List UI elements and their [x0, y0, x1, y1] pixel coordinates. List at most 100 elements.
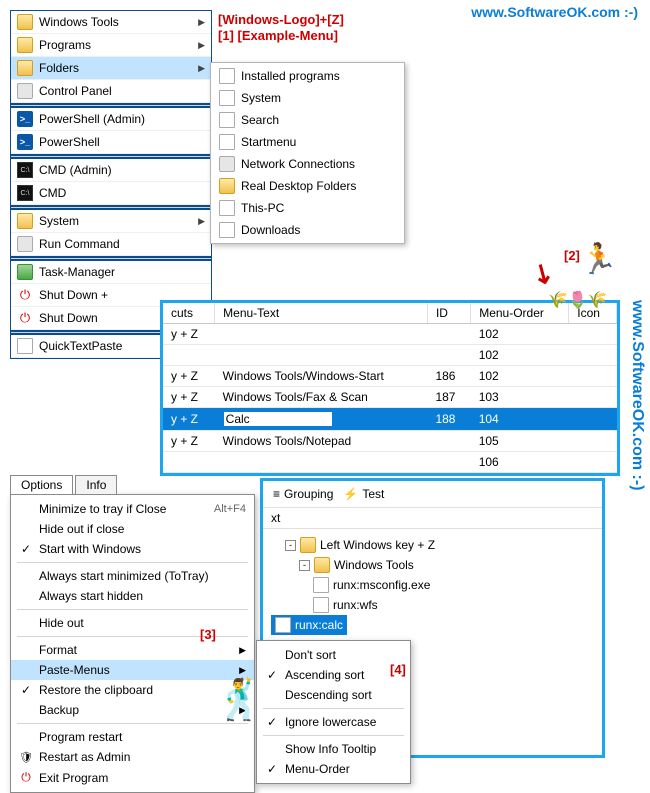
cell-id[interactable]: 186: [427, 366, 470, 387]
options-item[interactable]: Always start hidden: [11, 586, 254, 606]
stick-figure-2: 🕺: [215, 676, 265, 723]
menu-item[interactable]: C:\CMD (Admin): [11, 159, 211, 182]
table-row[interactable]: y + Z 102: [163, 324, 617, 345]
cell-cut[interactable]: y + Z: [163, 431, 215, 452]
menu-item[interactable]: System▶: [11, 210, 211, 233]
options-item[interactable]: Format▶: [11, 640, 254, 660]
sort-item[interactable]: ✓Menu-Order: [257, 759, 410, 779]
separator: [17, 562, 248, 563]
cell-id[interactable]: [427, 452, 470, 473]
watermark-top: www.SoftwareOK.com :-): [471, 4, 638, 20]
cell-id[interactable]: [427, 431, 470, 452]
cell-cut[interactable]: y + Z: [163, 366, 215, 387]
cell-cut[interactable]: y + Z: [163, 387, 215, 408]
cell-order[interactable]: 102: [471, 366, 569, 387]
menu-item[interactable]: Folders▶: [11, 57, 211, 80]
table-row[interactable]: y + ZWindows Tools/Notepad 105: [163, 431, 617, 452]
sys-icon: [17, 83, 33, 99]
cell-cut[interactable]: [163, 345, 215, 366]
column-header[interactable]: ID: [427, 303, 470, 324]
menu-item-label: CMD: [39, 186, 66, 200]
submenu-item[interactable]: Downloads: [213, 219, 402, 241]
options-menu: Minimize to tray if CloseAlt+F4Hide out …: [10, 494, 255, 793]
menu-item[interactable]: >_PowerShell: [11, 131, 211, 154]
sort-item[interactable]: Show Info Tooltip: [257, 739, 410, 759]
cell-icon[interactable]: [569, 408, 617, 431]
cell-icon[interactable]: [569, 452, 617, 473]
table-row[interactable]: y + ZWindows Tools/Fax & Scan187103: [163, 387, 617, 408]
menu-item[interactable]: >_PowerShell (Admin): [11, 108, 211, 131]
options-item[interactable]: Program restart: [11, 727, 254, 747]
cell-icon[interactable]: [569, 366, 617, 387]
column-header[interactable]: Menu-Text: [215, 303, 428, 324]
menu-item[interactable]: Task-Manager: [11, 261, 211, 284]
cell-cut[interactable]: y + Z: [163, 408, 215, 431]
power-icon: ⏻: [17, 310, 33, 326]
submenu-item[interactable]: Network Connections: [213, 153, 402, 175]
submenu-item[interactable]: Search: [213, 109, 402, 131]
cell-id[interactable]: [427, 324, 470, 345]
annotation-2: [2]: [564, 248, 580, 263]
table-row[interactable]: 102: [163, 345, 617, 366]
annotation-4: [4]: [390, 662, 406, 677]
cell-text[interactable]: Windows Tools/Windows-Start: [215, 366, 428, 387]
menu-item-label: QuickTextPaste: [39, 339, 122, 353]
options-item[interactable]: 🛡Restart as Admin: [11, 747, 254, 767]
cell-order[interactable]: 102: [471, 345, 569, 366]
options-item[interactable]: Always start minimized (ToTray): [11, 566, 254, 586]
table-row[interactable]: 106: [163, 452, 617, 473]
cell-text[interactable]: Windows Tools/Fax & Scan: [215, 387, 428, 408]
submenu-item[interactable]: System: [213, 87, 402, 109]
submenu-item[interactable]: Startmenu: [213, 131, 402, 153]
tab-info[interactable]: Info: [75, 475, 117, 494]
submenu-item[interactable]: Real Desktop Folders: [213, 175, 402, 197]
cell-id[interactable]: 188: [427, 408, 470, 431]
submenu-arrow-icon: ▶: [239, 645, 246, 656]
cell-icon[interactable]: [569, 324, 617, 345]
cell-order[interactable]: 104: [471, 408, 569, 431]
menu-item[interactable]: C:\CMD: [11, 182, 211, 205]
column-header[interactable]: cuts: [163, 303, 215, 324]
menu-item[interactable]: Run Command: [11, 233, 211, 256]
cell-order[interactable]: 106: [471, 452, 569, 473]
cell-edit-input[interactable]: [223, 411, 333, 427]
cell-text[interactable]: [215, 452, 428, 473]
submenu-item-label: Search: [241, 113, 279, 127]
sort-item[interactable]: ✓Ignore lowercase: [257, 712, 410, 732]
sort-item[interactable]: ✓Ascending sort: [257, 665, 410, 685]
menu-item[interactable]: Control Panel: [11, 80, 211, 103]
sort-item[interactable]: Descending sort: [257, 685, 410, 705]
cell-text[interactable]: [215, 324, 428, 345]
separator: [17, 609, 248, 610]
cell-id[interactable]: 187: [427, 387, 470, 408]
options-item[interactable]: Minimize to tray if CloseAlt+F4: [11, 499, 254, 519]
menu-item[interactable]: Windows Tools▶: [11, 11, 211, 34]
menu-item[interactable]: Programs▶: [11, 34, 211, 57]
menu-item-label: Shut Down: [39, 311, 98, 325]
cell-text[interactable]: [215, 408, 428, 431]
options-item[interactable]: ✓Start with Windows: [11, 539, 254, 559]
cell-order[interactable]: 103: [471, 387, 569, 408]
tab-options[interactable]: Options: [10, 475, 73, 494]
cell-order[interactable]: 102: [471, 324, 569, 345]
table-row[interactable]: y + Z 188104: [163, 408, 617, 431]
cell-cut[interactable]: [163, 452, 215, 473]
cell-text[interactable]: [215, 345, 428, 366]
options-item[interactable]: Hide out if close: [11, 519, 254, 539]
table-row[interactable]: y + ZWindows Tools/Windows-Start186102: [163, 366, 617, 387]
cell-icon[interactable]: [569, 387, 617, 408]
sort-item[interactable]: Don't sort: [257, 645, 410, 665]
task-icon: [17, 264, 33, 280]
options-item[interactable]: Hide out: [11, 613, 254, 633]
options-item-label: Always start hidden: [39, 589, 246, 603]
cell-id[interactable]: [427, 345, 470, 366]
cell-icon[interactable]: [569, 431, 617, 452]
cell-order[interactable]: 105: [471, 431, 569, 452]
cell-cut[interactable]: y + Z: [163, 324, 215, 345]
submenu-item[interactable]: This-PC: [213, 197, 402, 219]
options-item[interactable]: ⏻Exit Program: [11, 767, 254, 788]
separator: [11, 105, 211, 106]
cell-text[interactable]: Windows Tools/Notepad: [215, 431, 428, 452]
cell-icon[interactable]: [569, 345, 617, 366]
submenu-item[interactable]: Installed programs: [213, 65, 402, 87]
